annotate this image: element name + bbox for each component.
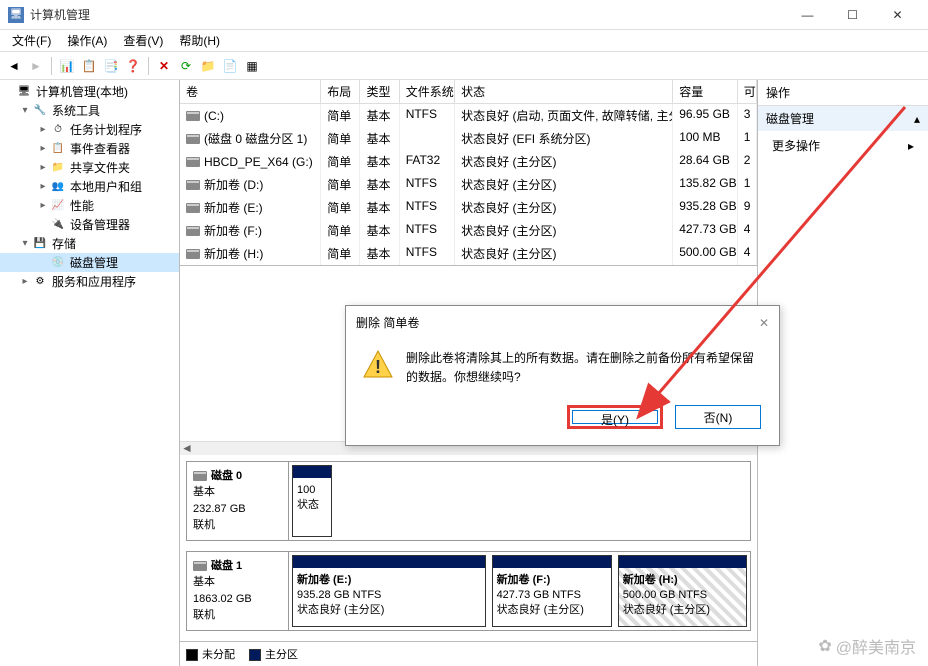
window-titlebar: 🖥 计算机管理 — ☐ ✕ <box>0 0 928 30</box>
refresh-icon[interactable]: ⟳ <box>176 56 196 76</box>
legend: 未分配 主分区 <box>180 641 757 666</box>
close-button[interactable]: ✕ <box>875 1 920 29</box>
svg-text:!: ! <box>375 357 381 377</box>
legend-primary-swatch <box>249 649 261 661</box>
app-icon: 🖥 <box>8 7 24 23</box>
yes-button-highlight: 是(Y) <box>567 405 663 429</box>
volume-row[interactable]: 新加卷 (F:) 简单 基本 NTFS 状态良好 (主分区) 427.73 GB… <box>180 219 757 242</box>
disk-1-block[interactable]: 磁盘 1 基本 1863.02 GB 联机 新加卷 (E:) 935.28 GB… <box>186 551 751 631</box>
col-layout[interactable]: 布局 <box>321 80 360 103</box>
volume-row[interactable]: 新加卷 (E:) 简单 基本 NTFS 状态良好 (主分区) 935.28 GB… <box>180 196 757 219</box>
disk-0-info: 磁盘 0 基本 232.87 GB 联机 <box>187 462 289 540</box>
tree-shared-folders[interactable]: ▸📁共享文件夹 <box>0 158 179 177</box>
toolbar-icon-8[interactable]: ▦ <box>242 56 262 76</box>
volume-row[interactable]: (磁盘 0 磁盘分区 1) 简单 基本 状态良好 (EFI 系统分区) 100 … <box>180 127 757 150</box>
menu-view[interactable]: 查看(V) <box>115 30 171 51</box>
maximize-button[interactable]: ☐ <box>830 1 875 29</box>
tree-root[interactable]: 🖥计算机管理(本地) <box>0 82 179 101</box>
forward-button[interactable]: ► <box>26 56 46 76</box>
toolbar-icon-7[interactable]: 📄 <box>220 56 240 76</box>
tree-performance[interactable]: ▸📈性能 <box>0 196 179 215</box>
yes-button[interactable]: 是(Y) <box>572 410 658 424</box>
no-button[interactable]: 否(N) <box>675 405 761 429</box>
tree-device-manager[interactable]: 🔌设备管理器 <box>0 215 179 234</box>
col-type[interactable]: 类型 <box>360 80 399 103</box>
disk-0-partition-0[interactable]: 100 状态 <box>292 465 332 537</box>
volume-header-row: 卷 布局 类型 文件系统 状态 容量 可 <box>180 80 757 104</box>
disk-1-partition-e[interactable]: 新加卷 (E:) 935.28 GB NTFS 状态良好 (主分区) <box>292 555 486 627</box>
volume-row[interactable]: 新加卷 (H:) 简单 基本 NTFS 状态良好 (主分区) 500.00 GB… <box>180 242 757 265</box>
dialog-message: 删除此卷将清除其上的所有数据。请在删除之前备份所有希望保留的数据。你想继续吗? <box>406 349 763 387</box>
toolbar-icon-2[interactable]: 📋 <box>79 56 99 76</box>
tree-storage[interactable]: ▾💾存储 <box>0 234 179 253</box>
warning-icon: ! <box>362 349 394 381</box>
toolbar: ◄ ► 📊 📋 📑 ❓ ✕ ⟳ 📁 📄 ▦ <box>0 52 928 80</box>
tree-system-tools[interactable]: ▾🔧系统工具 <box>0 101 179 120</box>
chevron-right-icon: ▸ <box>908 139 914 153</box>
help-icon[interactable]: ❓ <box>123 56 143 76</box>
tree-local-users[interactable]: ▸👥本地用户和组 <box>0 177 179 196</box>
col-volume[interactable]: 卷 <box>180 80 321 103</box>
delete-icon[interactable]: ✕ <box>154 56 174 76</box>
col-filesystem[interactable]: 文件系统 <box>400 80 455 103</box>
tree-services-apps[interactable]: ▸⚙服务和应用程序 <box>0 272 179 291</box>
chevron-up-icon: ▴ <box>914 112 920 126</box>
legend-unallocated-swatch <box>186 649 198 661</box>
disk-0-block[interactable]: 磁盘 0 基本 232.87 GB 联机 100 状态 <box>186 461 751 541</box>
disk-graphical-view: 磁盘 0 基本 232.87 GB 联机 100 状态 <box>180 455 757 642</box>
delete-volume-dialog: 删除 简单卷 ✕ ! 删除此卷将清除其上的所有数据。请在删除之前备份所有希望保留… <box>345 305 780 446</box>
navigation-tree: 🖥计算机管理(本地) ▾🔧系统工具 ▸⏱任务计划程序 ▸📋事件查看器 ▸📁共享文… <box>0 80 180 666</box>
tree-event-viewer[interactable]: ▸📋事件查看器 <box>0 139 179 158</box>
watermark: ✿@醉美南京 <box>818 634 916 658</box>
disk-1-partition-h[interactable]: 新加卷 (H:) 500.00 GB NTFS 状态良好 (主分区) <box>618 555 747 627</box>
toolbar-icon-3[interactable]: 📑 <box>101 56 121 76</box>
back-button[interactable]: ◄ <box>4 56 24 76</box>
actions-more[interactable]: 更多操作▸ <box>758 131 928 160</box>
toolbar-icon-1[interactable]: 📊 <box>57 56 77 76</box>
volume-row[interactable]: (C:) 简单 基本 NTFS 状态良好 (启动, 页面文件, 故障转储, 主分… <box>180 104 757 127</box>
paw-icon: ✿ <box>818 636 831 656</box>
disk-1-info: 磁盘 1 基本 1863.02 GB 联机 <box>187 552 289 630</box>
col-capacity[interactable]: 容量 <box>673 80 737 103</box>
disk-1-partition-f[interactable]: 新加卷 (F:) 427.73 GB NTFS 状态良好 (主分区) <box>492 555 612 627</box>
dialog-close-button[interactable]: ✕ <box>759 316 769 330</box>
window-title: 计算机管理 <box>30 6 785 23</box>
menubar: 文件(F) 操作(A) 查看(V) 帮助(H) <box>0 30 928 52</box>
menu-action[interactable]: 操作(A) <box>59 30 115 51</box>
menu-help[interactable]: 帮助(H) <box>171 30 228 51</box>
volume-table: 卷 布局 类型 文件系统 状态 容量 可 (C:) 简单 基本 NTFS 状态良… <box>180 80 757 266</box>
actions-disk-mgmt[interactable]: 磁盘管理▴ <box>758 106 928 131</box>
tree-disk-management[interactable]: 💿磁盘管理 <box>0 253 179 272</box>
menu-file[interactable]: 文件(F) <box>4 30 59 51</box>
col-status[interactable]: 状态 <box>455 80 673 103</box>
actions-pane: 操作 磁盘管理▴ 更多操作▸ <box>758 80 928 666</box>
actions-header: 操作 <box>758 80 928 106</box>
tree-task-scheduler[interactable]: ▸⏱任务计划程序 <box>0 120 179 139</box>
minimize-button[interactable]: — <box>785 1 830 29</box>
col-free[interactable]: 可 <box>738 80 757 103</box>
toolbar-icon-6[interactable]: 📁 <box>198 56 218 76</box>
volume-row[interactable]: 新加卷 (D:) 简单 基本 NTFS 状态良好 (主分区) 135.82 GB… <box>180 173 757 196</box>
dialog-title: 删除 简单卷 <box>356 314 419 331</box>
volume-row[interactable]: HBCD_PE_X64 (G:) 简单 基本 FAT32 状态良好 (主分区) … <box>180 150 757 173</box>
